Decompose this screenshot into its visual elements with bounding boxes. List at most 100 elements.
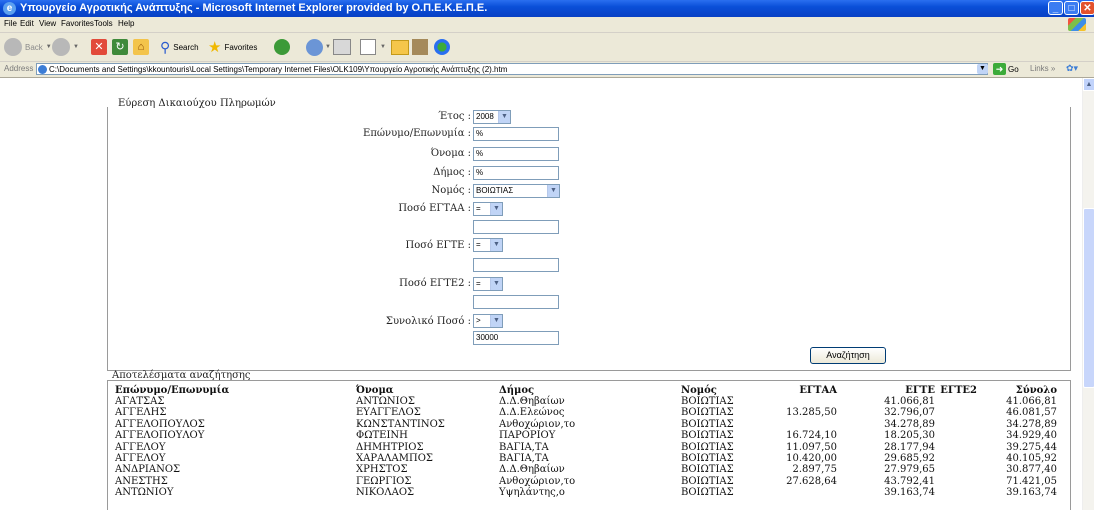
cell-total: 46.081,57 — [1006, 407, 1057, 419]
home-button[interactable]: ⌂ — [133, 37, 149, 57]
forward-button[interactable]: ▼ — [52, 37, 79, 57]
print-button[interactable] — [333, 37, 351, 57]
search-panel — [107, 107, 1071, 371]
forward-dropdown-icon[interactable]: ▼ — [73, 44, 79, 50]
chevron-down-icon: ▼ — [490, 239, 502, 251]
back-arrow-icon — [4, 38, 22, 56]
messenger-button[interactable] — [434, 37, 450, 57]
scroll-thumb[interactable] — [1083, 208, 1094, 388]
total-input[interactable]: 30000 — [473, 331, 559, 345]
stop-button[interactable]: ✕ — [91, 37, 107, 57]
cell-municipality: Δ.Δ.Ελεώνος — [499, 407, 565, 419]
page-icon — [38, 65, 47, 74]
egte-input[interactable] — [473, 258, 559, 272]
stop-icon: ✕ — [91, 39, 107, 55]
favorites-button[interactable]: ★ Favorites — [208, 37, 257, 57]
history-button[interactable] — [274, 37, 290, 57]
cell-prefecture: ΒΟΙΩΤΙΑΣ — [681, 430, 734, 442]
column-header-eggaa: ΕΓΤΑΑ — [799, 385, 837, 396]
surname-input[interactable]: % — [473, 127, 559, 141]
menu-file[interactable]: File — [4, 18, 17, 30]
cell-total: 41.066,81 — [1006, 396, 1057, 407]
cell-total: 34.278,89 — [1006, 418, 1057, 430]
cell-prefecture: ΒΟΙΩΤΙΑΣ — [681, 453, 734, 464]
total-label: Συνολικό Ποσό : — [385, 316, 471, 327]
egte-operator-select[interactable]: = ▼ — [473, 238, 503, 252]
cell-total: 40.105,92 — [1006, 453, 1057, 464]
egte-label: Ποσό ΕΓΤΕ : — [405, 240, 471, 251]
go-button[interactable]: ➜ Go — [993, 63, 1019, 75]
cell-egte: 39.163,74 — [884, 487, 935, 499]
surname-label: Επώνυμο/Επωνυμία : — [363, 128, 471, 139]
total-operator-select[interactable]: > ▼ — [473, 314, 503, 328]
ie-logo-icon: e — [3, 2, 16, 15]
close-button[interactable]: ✕ — [1080, 1, 1094, 15]
edit-dropdown-icon[interactable]: ▼ — [380, 44, 386, 50]
chevron-down-icon: ▼ — [498, 111, 510, 123]
cell-eggaa: 16.724,10 — [786, 430, 837, 442]
year-label: Έτος : — [438, 111, 471, 122]
cell-prefecture: ΒΟΙΩΤΙΑΣ — [681, 441, 734, 453]
prefecture-select[interactable]: ΒΟΙΩΤΙΑΣ ▼ — [473, 184, 560, 198]
research-icon — [412, 39, 428, 55]
cell-name: ΦΩΤΕΙΝΗ — [356, 430, 408, 442]
links-button[interactable]: Links » — [1030, 64, 1055, 73]
back-button[interactable]: Back ▼ — [4, 37, 52, 57]
research-button[interactable] — [412, 37, 428, 57]
vertical-scrollbar[interactable]: ▲ — [1082, 78, 1094, 510]
star-icon: ★ — [208, 39, 222, 56]
cell-municipality: Υψηλάντης,ο — [499, 487, 565, 499]
cell-name: ΝΙΚΟΛΑΟΣ — [356, 487, 415, 499]
mail-dropdown-icon[interactable]: ▼ — [325, 44, 331, 50]
cell-prefecture: ΒΟΙΩΤΙΑΣ — [681, 418, 734, 430]
cell-eggaa: 2.897,75 — [792, 464, 837, 476]
menu-help[interactable]: Help — [118, 18, 134, 30]
tools-extra-icon[interactable]: ✿▾ — [1066, 63, 1078, 74]
search-button[interactable]: ⚲ Search — [160, 37, 199, 57]
minimize-button[interactable]: _ — [1048, 1, 1063, 15]
cell-eggaa: 11.097,50 — [786, 441, 837, 453]
cell-surname: ΑΝΤΩΝΙΟΥ — [115, 487, 174, 499]
year-select[interactable]: 2008 ▼ — [473, 110, 511, 124]
municipality-input[interactable]: % — [473, 166, 559, 180]
page-content: Εύρεση Δικαιούχου Πληρωμών Έτος : 2008 ▼… — [0, 78, 1082, 510]
search-submit-button[interactable]: Αναζήτηση — [810, 347, 886, 364]
egte2-operator-select[interactable]: = ▼ — [473, 277, 503, 291]
cell-municipality: ΠΑΡΟΡΙΟΥ — [499, 430, 556, 442]
eggaa-label: Ποσό ΕΓΤΑΑ : — [398, 203, 471, 214]
cell-surname: ΑΓΓΕΛΟΥ — [115, 453, 166, 464]
name-input[interactable]: % — [473, 147, 559, 161]
cell-name: ΑΝΤΩΝΙΟΣ — [356, 396, 415, 407]
mail-button[interactable]: ▼ — [306, 37, 331, 57]
menu-edit[interactable]: Edit — [20, 18, 34, 30]
eggaa-input[interactable] — [473, 220, 559, 234]
column-header-egte: ΕΓΤΕ — [905, 385, 935, 396]
maximize-button[interactable]: □ — [1064, 1, 1079, 15]
refresh-button[interactable]: ↻ — [112, 37, 128, 57]
scroll-up-icon[interactable]: ▲ — [1083, 78, 1094, 91]
cell-total: 39.163,74 — [1006, 487, 1057, 499]
discuss-button[interactable] — [391, 37, 409, 57]
cell-municipality: Ανθοχώριον,το — [499, 475, 576, 487]
cell-egte: 29.685,92 — [884, 453, 935, 464]
menu-favorites[interactable]: Favorites — [61, 18, 94, 30]
toolbar: Back ▼ ▼ ✕ ↻ ⌂ ⚲ Search ★ Favorites ▼ ▼ — [0, 33, 1094, 62]
cell-total: 34.929,40 — [1006, 430, 1057, 442]
address-value: C:\Documents and Settings\kkountouris\Lo… — [49, 65, 508, 74]
edit-button[interactable]: ▼ — [360, 37, 386, 57]
egte2-input[interactable] — [473, 295, 559, 309]
cell-eggaa: 10.420,00 — [786, 453, 837, 464]
cell-municipality: Δ.Δ.Θηβαίων — [499, 396, 565, 407]
cell-name: ΚΩΝΣΤΑΝΤΙΝΟΣ — [356, 418, 445, 430]
address-dropdown-icon[interactable]: ▼ — [977, 64, 988, 74]
menu-tools[interactable]: Tools — [94, 18, 113, 30]
back-dropdown-icon[interactable]: ▼ — [46, 44, 52, 50]
menu-view[interactable]: View — [39, 18, 56, 30]
cell-prefecture: ΒΟΙΩΤΙΑΣ — [681, 396, 734, 407]
cell-egte: 18.205,30 — [884, 430, 935, 442]
address-input[interactable]: C:\Documents and Settings\kkountouris\Lo… — [36, 63, 988, 75]
eggaa-operator-select[interactable]: = ▼ — [473, 202, 503, 216]
forward-arrow-icon — [52, 38, 70, 56]
cell-prefecture: ΒΟΙΩΤΙΑΣ — [681, 464, 734, 476]
cell-surname: ΑΓΑΤΣΑΣ — [115, 396, 165, 407]
